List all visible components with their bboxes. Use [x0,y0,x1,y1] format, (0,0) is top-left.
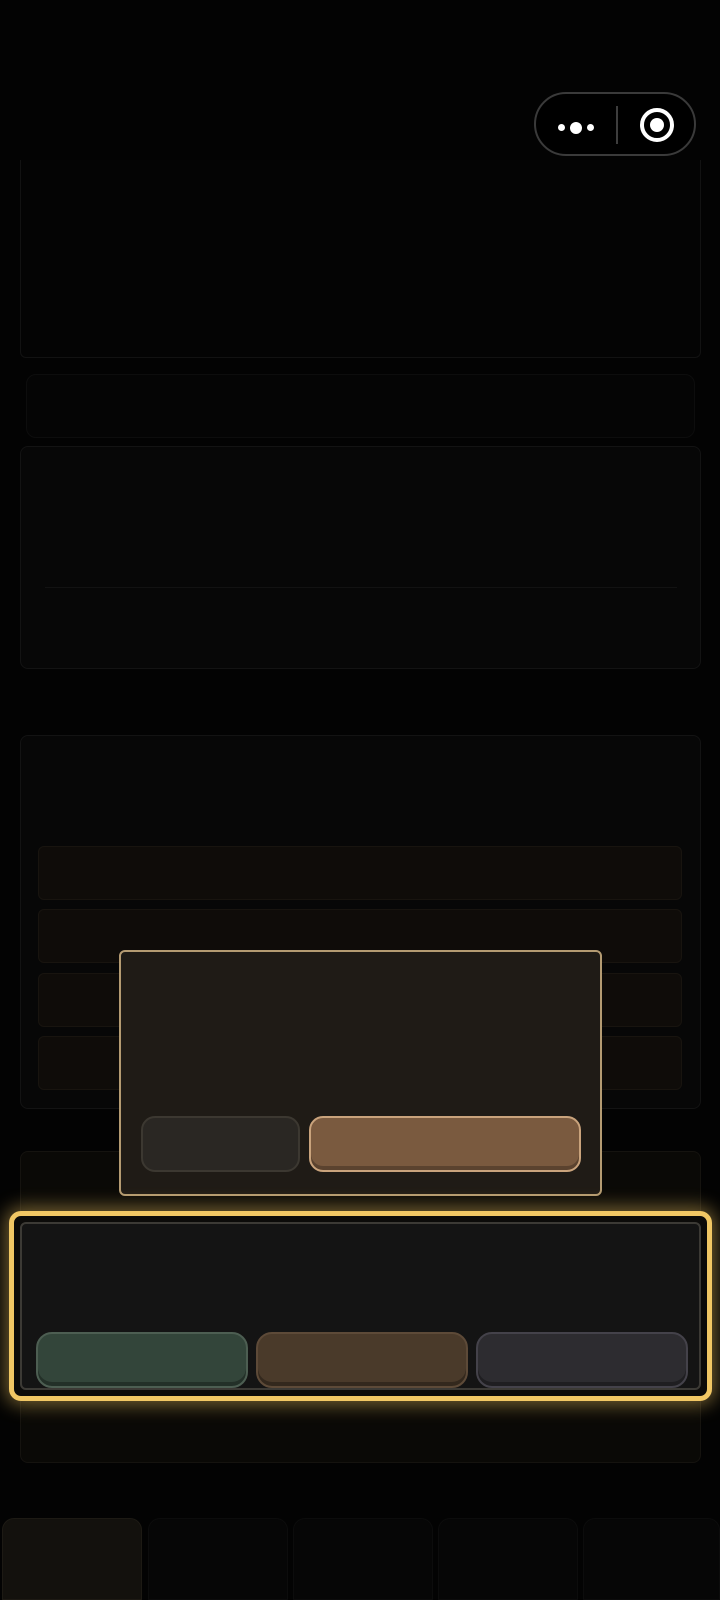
confirm-dialog [119,950,602,1196]
background-card-top [20,160,701,358]
target-circle-icon[interactable] [640,108,674,142]
tab-4[interactable] [438,1518,578,1600]
background-strip [26,374,695,438]
capsule-menu [534,92,696,156]
more-dots-icon[interactable] [558,121,594,134]
background-divider [45,587,677,588]
tab-5[interactable] [583,1518,720,1600]
action-button-brown[interactable] [256,1332,468,1388]
cancel-button[interactable] [141,1116,300,1172]
action-panel-inner [20,1222,701,1390]
highlighted-action-panel [9,1211,712,1401]
tab-1[interactable] [2,1518,142,1600]
action-button-green[interactable] [36,1332,248,1388]
tab-2[interactable] [148,1518,288,1600]
confirm-button[interactable] [309,1116,581,1172]
capsule-divider [616,106,618,144]
list-item [38,846,682,900]
action-button-gray[interactable] [476,1332,688,1388]
background-card-middle [20,446,701,669]
tab-3[interactable] [293,1518,433,1600]
